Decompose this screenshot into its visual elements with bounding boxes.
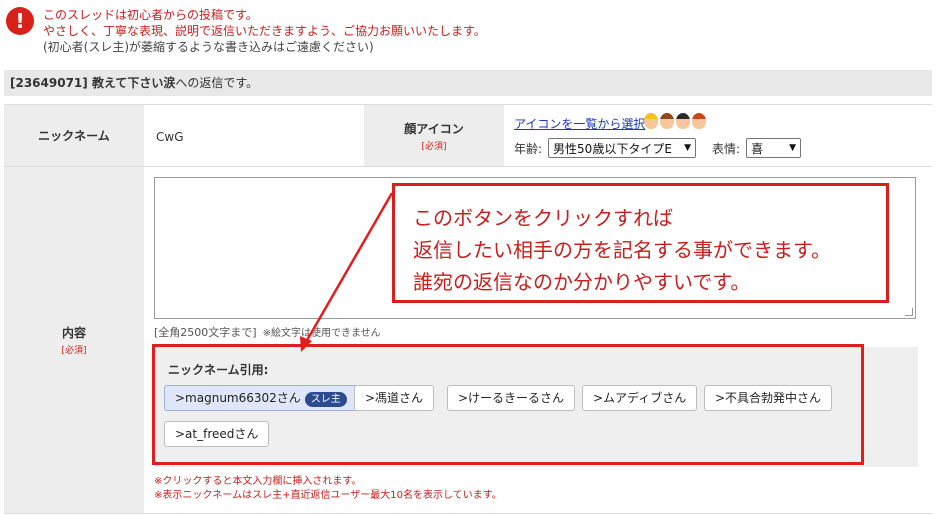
age-row: 年齢: 男性50歳以下タイプE ▼ 表情: 喜 ▼ (514, 138, 802, 158)
face-icon[interactable] (692, 113, 706, 129)
required-mark: [必須] (421, 141, 447, 152)
content-label: 内容 (61, 326, 86, 340)
notice-line-3: (初心者(スレ主)が萎縮するような書き込みはご遠慮ください) (43, 40, 374, 54)
nickname-label-cell: ニックネーム (4, 105, 144, 166)
icon-list-link[interactable]: アイコンを一覧から選択 (514, 115, 645, 132)
required-mark: [必須] (61, 346, 87, 356)
annotation-callout: このボタンをクリックすれば 返信したい相手の方を記名する事ができます。 誰宛の返… (392, 183, 889, 303)
notice-line-2: やさしく、丁寧な表現、説明で返信いただきますよう、ご協力お願いいたします。 (43, 24, 486, 38)
emoji-note: ※絵文字は使用できません (262, 328, 381, 339)
expression-select-value: 喜 (751, 141, 764, 156)
expression-select[interactable]: 喜 ▼ (746, 138, 802, 158)
age-label: 年齢: (514, 141, 543, 156)
quote-footnotes: ※クリックすると本文入力欄に挿入されます。 ※表示ニックネームはスレ主+直近返信… (154, 475, 502, 503)
reply-suffix: への返信です。 (175, 76, 259, 90)
resize-handle[interactable] (905, 308, 913, 316)
char-limit: [全角2500文字まで] (154, 326, 257, 339)
nickname-row: ニックネーム CwG 顔アイコン [必須] アイコンを一覧から選択 年齢: 男性… (4, 104, 932, 167)
callout-line-3: 誰宛の返信なのか分かりやすいです。 (413, 270, 751, 294)
notice-line-1: このスレッドは初心者からの投稿です。 (43, 8, 258, 22)
age-select[interactable]: 男性50歳以下タイプE ▼ (548, 138, 697, 158)
nickname-value: CwG (156, 130, 184, 144)
face-icon-label: 顔アイコン (404, 121, 464, 136)
callout-line-2: 返信したい相手の方を記名する事ができます。 (413, 238, 831, 262)
footnote-1: ※クリックすると本文入力欄に挿入されます。 (154, 476, 362, 487)
chevron-down-icon: ▼ (789, 143, 797, 153)
callout-line-1: このボタンをクリックすれば (413, 206, 673, 230)
reply-target-bar: [23649071] 教えて下さい涙への返信です。 (4, 70, 932, 96)
beginner-notice: ! このスレッドは初心者からの投稿です。 やさしく、丁寧な表現、説明で返信いただ… (6, 5, 926, 55)
footnote-2: ※表示ニックネームはスレ主+直近返信ユーザー最大10名を表示しています。 (154, 490, 502, 501)
age-select-value: 男性50歳以下タイプE (553, 141, 672, 156)
error-icon: ! (6, 7, 34, 35)
face-icon-preview[interactable] (644, 113, 706, 129)
char-limit-note: [全角2500文字まで] ※絵文字は使用できません (154, 324, 381, 340)
face-icon[interactable] (660, 113, 674, 129)
expression-label: 表情: (712, 141, 741, 156)
face-icon-label-cell: 顔アイコン [必須] (364, 105, 504, 166)
nickname-label: ニックネーム (38, 129, 110, 143)
face-icon[interactable] (644, 113, 658, 129)
content-label-cell: 内容 [必須] (4, 167, 144, 513)
annotation-highlight-frame (152, 344, 864, 465)
thread-title: [23649071] 教えて下さい涙 (10, 76, 176, 90)
face-icon[interactable] (676, 113, 690, 129)
chevron-down-icon: ▼ (684, 143, 692, 153)
